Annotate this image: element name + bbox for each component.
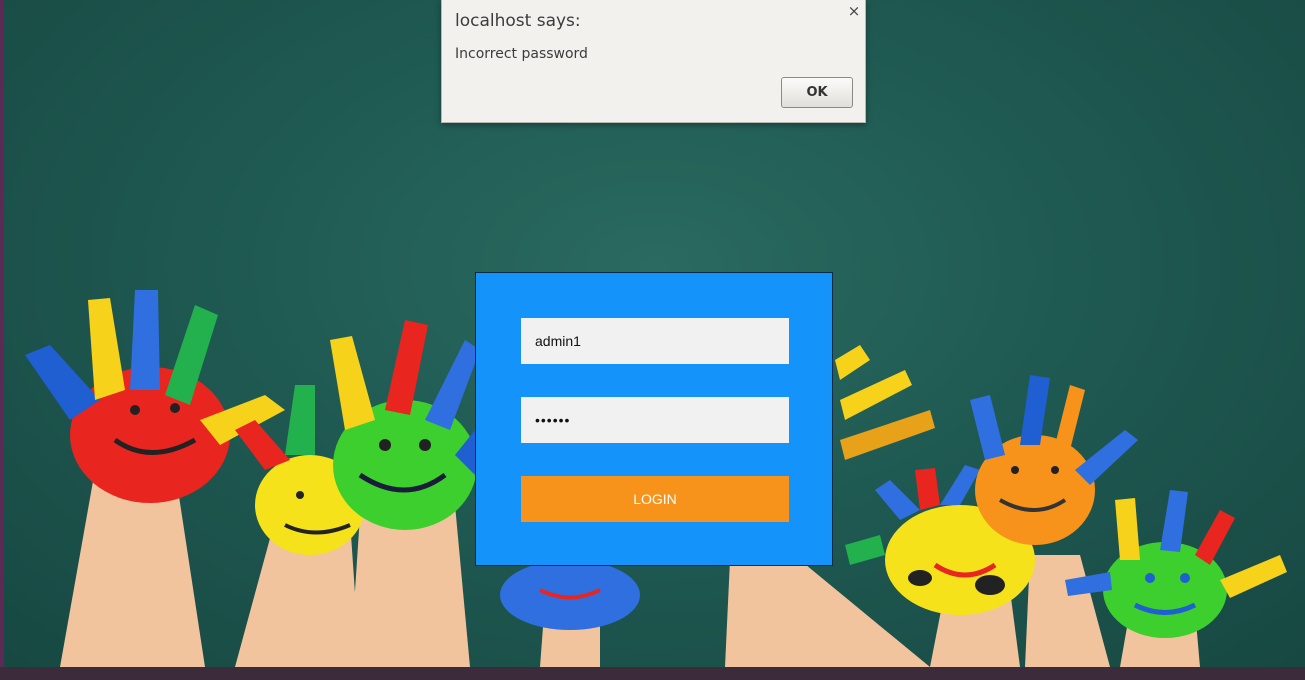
window-left-edge: [0, 0, 4, 680]
window-bottom-edge: [0, 667, 1305, 680]
alert-dialog: localhost says: × Incorrect password OK: [441, 0, 866, 123]
ok-button[interactable]: OK: [781, 77, 853, 108]
username-input[interactable]: admin1: [521, 318, 789, 364]
login-panel: admin1 •••••• LOGIN: [475, 272, 833, 566]
password-input[interactable]: ••••••: [521, 397, 789, 443]
login-button[interactable]: LOGIN: [521, 476, 789, 522]
close-icon[interactable]: ×: [846, 3, 862, 19]
dialog-title: localhost says:: [455, 11, 581, 31]
dialog-message: Incorrect password: [455, 46, 588, 62]
